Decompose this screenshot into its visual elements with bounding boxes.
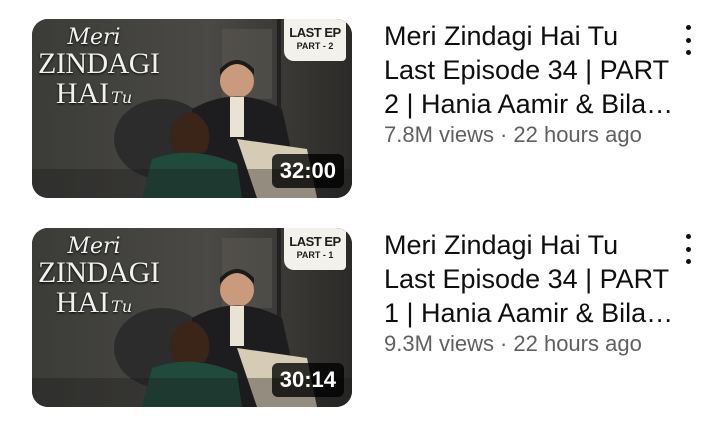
upload-age: 22 hours ago — [513, 122, 642, 147]
badge-title: LAST EP — [289, 234, 341, 249]
logo-line-2: ZINDAGI — [38, 256, 160, 289]
duration-badge: 32:00 — [271, 154, 344, 188]
last-episode-badge: LAST EP PART - 2 — [284, 19, 346, 61]
logo-line-3-text: HAI — [55, 286, 110, 319]
logo-line-1: Meri — [67, 25, 121, 50]
last-episode-badge: LAST EP PART - 1 — [284, 228, 346, 270]
logo-tu: Tu — [111, 88, 133, 107]
video-item[interactable]: Meri ZINDAGI HAI Tu LAST EP PART - 1 30:1… — [0, 228, 720, 408]
show-logo: Meri ZINDAGI HAI Tu — [38, 25, 160, 113]
badge-part: PART - 1 — [296, 250, 334, 260]
logo-line-3: HAI Tu — [38, 79, 150, 113]
logo-line-2: ZINDAGI — [38, 47, 160, 80]
video-thumbnail[interactable]: Meri ZINDAGI HAI Tu LAST EP PART - 2 32:0… — [32, 19, 352, 198]
video-thumbnail[interactable]: Meri ZINDAGI HAI Tu LAST EP PART - 1 30:1… — [32, 228, 352, 407]
show-logo: Meri ZINDAGI HAI Tu — [38, 234, 160, 322]
more-vert-icon[interactable] — [680, 25, 696, 55]
badge-part: PART - 2 — [296, 41, 334, 51]
duration-badge: 30:14 — [271, 363, 344, 397]
more-vert-icon[interactable] — [680, 234, 696, 264]
video-title[interactable]: Meri Zindagi Hai Tu Last Episode 34 | PA… — [384, 19, 674, 121]
separator-dot: · — [500, 331, 508, 356]
logo-line-3: HAI Tu — [38, 288, 150, 322]
video-title[interactable]: Meri Zindagi Hai Tu Last Episode 34 | PA… — [384, 228, 674, 330]
video-info[interactable]: Meri Zindagi Hai Tu Last Episode 34 | PA… — [384, 19, 674, 149]
badge-title: LAST EP — [289, 25, 341, 40]
video-metadata: 7.8M views · 22 hours ago — [384, 121, 674, 149]
view-count: 7.8M views — [384, 122, 495, 147]
logo-tu: Tu — [111, 297, 133, 316]
view-count: 9.3M views — [384, 331, 495, 356]
upload-age: 22 hours ago — [513, 331, 642, 356]
video-metadata: 9.3M views · 22 hours ago — [384, 330, 674, 358]
logo-line-1: Meri — [67, 234, 121, 259]
separator-dot: · — [500, 122, 508, 147]
video-item[interactable]: Meri ZINDAGI HAI Tu LAST EP PART - 2 32:0… — [0, 19, 720, 199]
video-info[interactable]: Meri Zindagi Hai Tu Last Episode 34 | PA… — [384, 228, 674, 358]
logo-line-3-text: HAI — [55, 77, 110, 110]
